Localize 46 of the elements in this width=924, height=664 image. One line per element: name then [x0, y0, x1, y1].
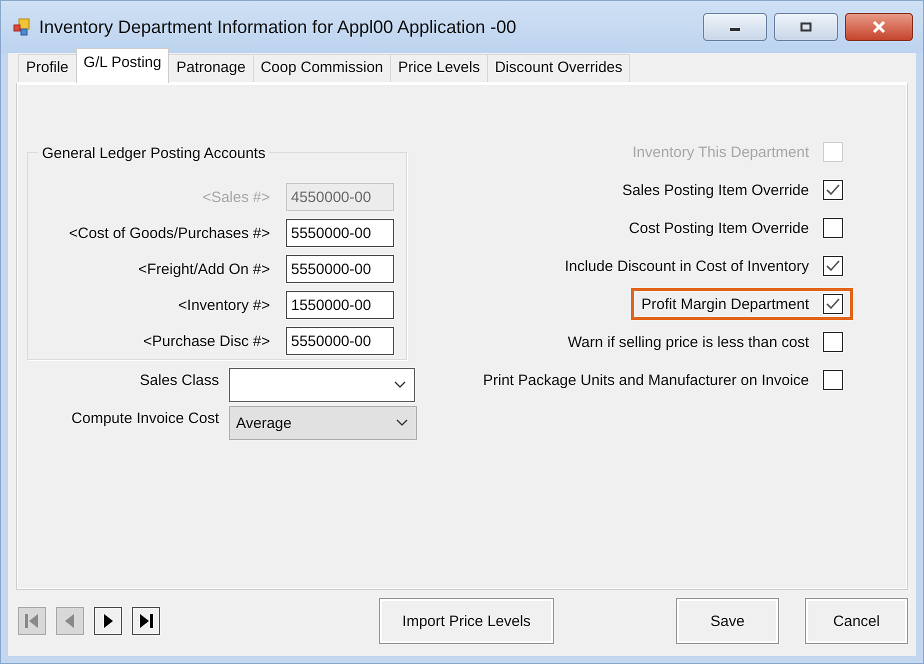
- chevron-icon: [394, 381, 406, 389]
- window-title: Inventory Department Information for Appl00 Application -00: [39, 16, 518, 38]
- close-button[interactable]: [845, 13, 913, 41]
- checkmark-icon: [825, 297, 841, 311]
- tab[interactable]: Discount Overrides: [486, 54, 630, 83]
- minimize-button[interactable]: [703, 13, 767, 41]
- input-field[interactable]: 5550000-00: [286, 327, 394, 355]
- checkbox[interactable]: [823, 218, 843, 238]
- checkbox[interactable]: [823, 370, 843, 390]
- chevron-icon: [396, 419, 408, 427]
- maximize-icon: [799, 21, 813, 33]
- input-field[interactable]: 1550000-00: [286, 291, 394, 319]
- import-button[interactable]: Import Price Levels: [379, 598, 554, 644]
- input-field[interactable]: 5550000-00: [286, 255, 394, 283]
- checkbox-label: Profit Margin Department: [641, 296, 809, 312]
- tab[interactable]: Profile: [18, 54, 77, 83]
- field-label: <Purchase Disc #>: [143, 332, 270, 350]
- cancel-button[interactable]: Cancel: [805, 598, 908, 644]
- checkbox-label: Sales Posting Item Override: [622, 182, 809, 198]
- checkbox-label: Inventory This Department: [632, 144, 809, 160]
- field-label: <Freight/Add On #>: [138, 260, 270, 278]
- field-label: Compute Invoice Cost: [70, 409, 219, 427]
- field-label: <Inventory #>: [178, 296, 270, 314]
- group-title: General Ledger Posting Accounts: [38, 145, 270, 162]
- field-label: Sales Class: [138, 371, 219, 389]
- checkbox-label: Print Package Units and Manufacturer on Invoice: [482, 372, 809, 388]
- save-button[interactable]: Save: [676, 598, 779, 644]
- last-record-button[interactable]: [132, 607, 160, 635]
- checkbox[interactable]: [823, 180, 843, 200]
- maximize-button[interactable]: [774, 13, 838, 41]
- checkbox-label: Warn if selling price is less than cost: [568, 334, 809, 350]
- checkbox[interactable]: [823, 332, 843, 352]
- app-icon: [13, 18, 31, 36]
- field-label: <Cost of Goods/Purchases #>: [69, 224, 270, 242]
- checkbox[interactable]: [823, 294, 843, 314]
- tab[interactable]: G/L Posting: [76, 48, 170, 83]
- checkbox[interactable]: [823, 256, 843, 276]
- checkmark-icon: [825, 183, 841, 197]
- dropdown[interactable]: [229, 368, 415, 402]
- input-field[interactable]: 5550000-00: [286, 219, 394, 247]
- field-label: <Sales #>: [202, 188, 270, 206]
- next-record-button[interactable]: [94, 607, 122, 635]
- checkbox-label: Cost Posting Item Override: [628, 220, 809, 236]
- checkbox-label: Include Discount in Cost of Inventory: [564, 258, 809, 274]
- checkmark-icon: [825, 259, 841, 273]
- close-icon: [871, 20, 887, 34]
